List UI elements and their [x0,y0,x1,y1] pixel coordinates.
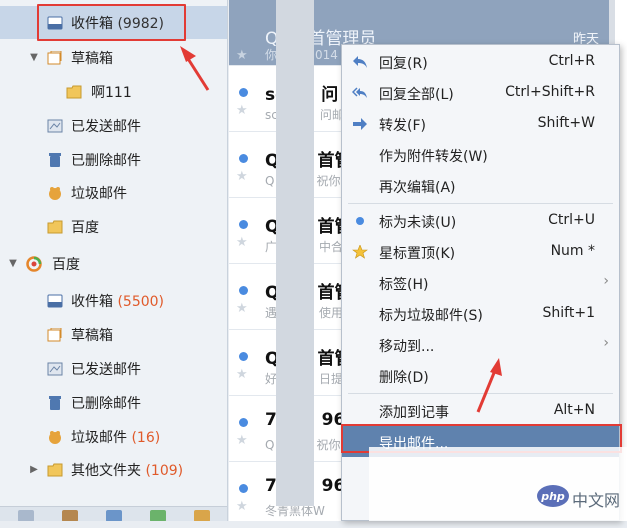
arrow-to-inbox-icon [180,46,210,91]
watermark-text: 中文网 [572,491,621,510]
arrow-to-export-icon [476,358,502,413]
annotation-arrows [180,46,502,413]
php-logo: php [537,485,569,507]
